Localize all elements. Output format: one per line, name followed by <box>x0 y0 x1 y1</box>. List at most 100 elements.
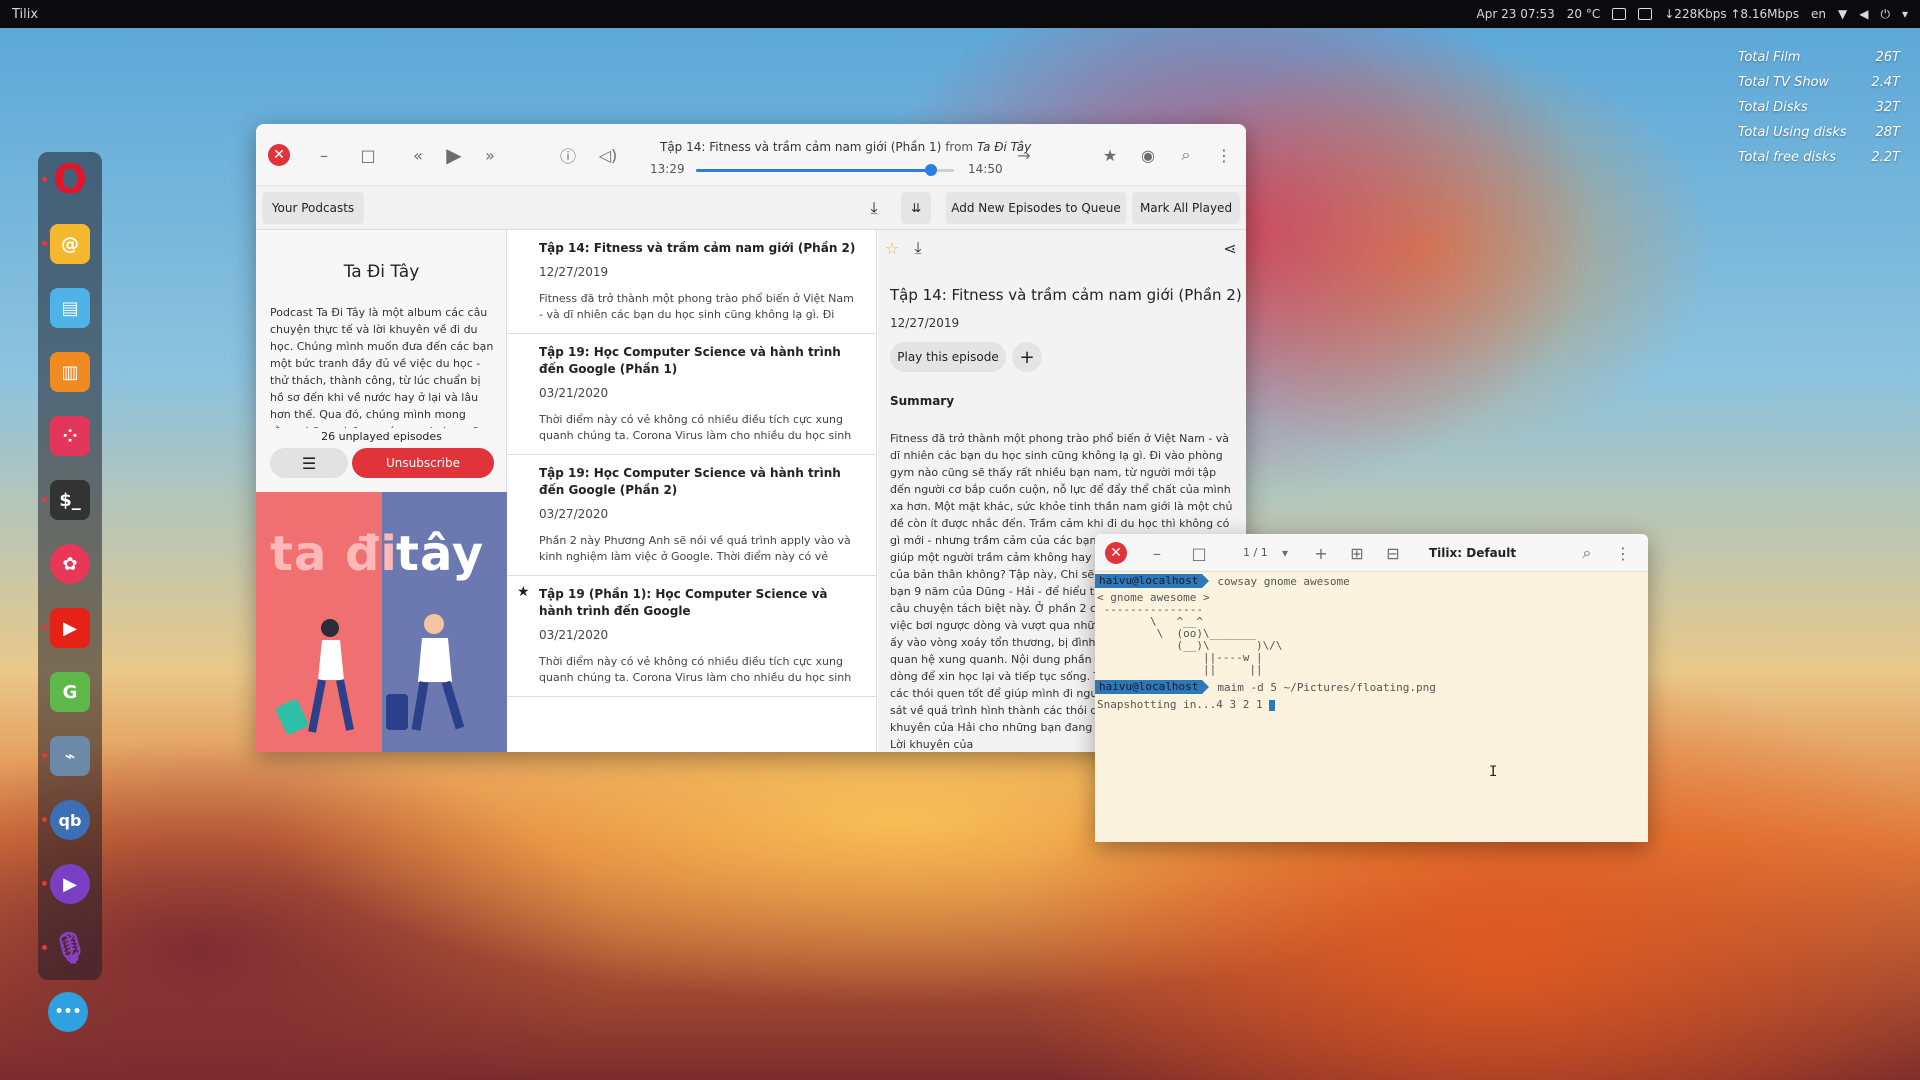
split-horizontal-icon[interactable]: ⊞ <box>1345 541 1369 565</box>
snapshot-output: Snapshotting in...4 3 2 1 <box>1097 698 1276 711</box>
files-app[interactable]: ▤ <box>48 286 92 330</box>
mark-all-played-button[interactable]: Mark All Played <box>1132 192 1240 224</box>
star-icon[interactable]: ★ <box>517 584 530 600</box>
disk-stats-widget: Total Film 26T Total TV Show 2.4T Total Disk… <box>1738 50 1900 175</box>
opera-app[interactable]: O <box>42 157 92 203</box>
volume-icon[interactable]: ◀ <box>1859 7 1868 21</box>
now-playing-title: Tập 14: Fitness và trầm cảm nam giới (Ph… <box>660 140 1060 154</box>
opera-icon: O <box>52 157 87 203</box>
add-to-queue-button[interactable]: + <box>1012 342 1042 372</box>
now-playing-from: from <box>945 140 974 154</box>
terminal-header: ✕ – □ 1 / 1 ▾ + ⊞ ⊟ Tilix: Default ⌕ ⋮ <box>1095 534 1648 572</box>
stat-value: 32T <box>1875 100 1900 115</box>
app-grid-icon: ••• <box>48 992 88 1032</box>
window-icon[interactable] <box>1638 8 1653 20</box>
volume-icon[interactable]: ◁) <box>596 143 620 167</box>
terminal-maximize-button[interactable]: □ <box>1187 541 1211 565</box>
weather[interactable]: 20 °C <box>1567 7 1600 21</box>
fast-forward-icon[interactable]: » <box>478 143 502 167</box>
duration-time: 14:50 <box>968 162 1003 176</box>
your-podcasts-button[interactable]: Your Podcasts <box>262 192 364 224</box>
show-apps-button[interactable]: ••• <box>46 990 90 1034</box>
youtube-app[interactable]: ▶ <box>42 606 92 650</box>
podcast-app[interactable]: 🎙 <box>42 926 92 970</box>
episode-row[interactable]: Tập 19: Học Computer Science và hành trì… <box>507 455 876 576</box>
episode-row[interactable]: Tập 19: Học Computer Science và hành trì… <box>507 334 876 455</box>
play-episode-button[interactable]: Play this episode <box>890 342 1006 372</box>
summary-heading: Summary <box>890 394 955 408</box>
youtube-icon: ▶ <box>50 608 90 648</box>
episode-summary: Fitness đã trở thành một phong trào phổ … <box>539 292 854 321</box>
menu-button[interactable]: ☰ <box>270 448 348 478</box>
close-icon: ✕ <box>273 147 285 163</box>
keyboard-layout[interactable]: en <box>1811 7 1826 21</box>
power-icon[interactable]: ⏻ <box>1880 7 1890 22</box>
episode-row[interactable]: Tập 14: Fitness và trầm cảm nam giới (Ph… <box>507 230 876 334</box>
store-app[interactable]: ▥ <box>48 350 92 394</box>
show-description: Podcast Ta Đi Tây là một album các câu c… <box>270 306 494 428</box>
monitor-app[interactable]: ⌁ <box>42 734 92 778</box>
info-icon[interactable]: ⓘ <box>556 143 580 167</box>
rss-icon[interactable]: ◉ <box>1136 143 1160 167</box>
chevron-down-icon[interactable]: ▾ <box>1902 7 1908 21</box>
maximize-button[interactable]: □ <box>356 143 380 167</box>
terminal-minimize-button[interactable]: – <box>1145 541 1169 565</box>
now-playing-episode: Tập 14: Fitness và trầm cảm nam giới (Ph… <box>660 140 942 154</box>
qbittorrent-app[interactable]: qb <box>42 798 92 842</box>
active-app-name[interactable]: Tilix <box>12 7 38 22</box>
unplayed-count: 26 unplayed episodes <box>321 430 442 443</box>
stat-value: 2.4T <box>1871 75 1900 90</box>
play-icon[interactable]: ▶ <box>442 143 466 167</box>
rewind-icon[interactable]: « <box>406 143 430 167</box>
terminal-body[interactable]: haivu@localhost cowsay gnome awesome < gn… <box>1095 572 1648 842</box>
stat-label: Total Using disks <box>1738 125 1847 140</box>
wifi-icon[interactable]: ▼ <box>1838 7 1847 21</box>
download-icon[interactable]: ⤓ <box>862 196 886 220</box>
minimize-button[interactable]: – <box>312 143 336 167</box>
episode-date: 03/21/2020 <box>539 628 609 642</box>
more-icon[interactable]: ⋮ <box>1611 541 1635 565</box>
arrow-right-icon[interactable]: → <box>1012 143 1036 167</box>
unsubscribe-button[interactable]: Unsubscribe <box>352 448 494 478</box>
dots-app[interactable]: ⁘ <box>48 414 92 458</box>
download-all-button[interactable]: ⇊ <box>901 192 931 224</box>
session-counter[interactable]: 1 / 1 <box>1243 546 1268 559</box>
close-button[interactable]: ✕ <box>268 144 290 166</box>
mail-app[interactable]: @ <box>42 222 92 266</box>
search-icon[interactable]: ⌕ <box>1575 541 1599 565</box>
episode-list: Tập 14: Fitness và trầm cảm nam giới (Ph… <box>507 230 877 752</box>
stat-label: Total free disks <box>1738 150 1837 165</box>
episode-summary: Thời điểm này có vẻ không có nhiều điều … <box>539 413 852 442</box>
dropbox-icon[interactable] <box>1612 8 1627 20</box>
stat-value: 28T <box>1875 125 1900 140</box>
terminal-close-button[interactable]: ✕ <box>1105 542 1127 564</box>
snapshot-text: Snapshotting in...4 3 2 1 <box>1097 698 1270 711</box>
playback-progress[interactable] <box>696 164 954 176</box>
chevron-down-icon[interactable]: ▾ <box>1273 541 1297 565</box>
star-outline-icon[interactable]: ☆ <box>880 236 904 260</box>
star-icon[interactable]: ★ <box>1098 143 1122 167</box>
detail-title: Tập 14: Fitness và trầm cảm nam giới (Ph… <box>890 286 1242 304</box>
terminal-app[interactable]: $_ <box>42 478 92 522</box>
stat-value: 26T <box>1875 50 1900 65</box>
more-icon[interactable]: ⋮ <box>1212 143 1236 167</box>
clock[interactable]: Apr 23 07:53 <box>1477 7 1555 21</box>
split-vertical-icon[interactable]: ⊟ <box>1381 541 1405 565</box>
pinwheel-app[interactable]: ✿ <box>48 542 92 586</box>
tweak-app[interactable]: G <box>48 670 92 714</box>
artwork-title-left: ta đi <box>270 526 398 582</box>
add-new-episodes-button[interactable]: Add New Episodes to Queue <box>946 192 1126 224</box>
add-session-icon[interactable]: + <box>1309 541 1333 565</box>
share-icon[interactable]: ⋖ <box>1218 236 1242 260</box>
text-cursor <box>1269 699 1276 711</box>
progress-knob[interactable] <box>924 164 937 176</box>
search-icon[interactable]: ⌕ <box>1174 143 1198 167</box>
top-bar: Tilix Apr 23 07:53 20 °C ↓228Kbps ↑8.16M… <box>0 0 1920 28</box>
player-header: ✕ – □ « ▶ » ⓘ ◁) Tập 14: Fitness và trầm… <box>256 124 1246 186</box>
download-icon[interactable]: ⤓ <box>906 236 930 260</box>
podcast-artwork: ta đi tây <box>256 492 507 752</box>
stat-value: 2.2T <box>1871 150 1900 165</box>
video-app[interactable]: ▶ <box>42 862 92 906</box>
download-all-icon: ⇊ <box>910 201 922 215</box>
episode-row[interactable]: ★ Tập 19 (Phần 1): Học Computer Science v… <box>507 576 876 697</box>
